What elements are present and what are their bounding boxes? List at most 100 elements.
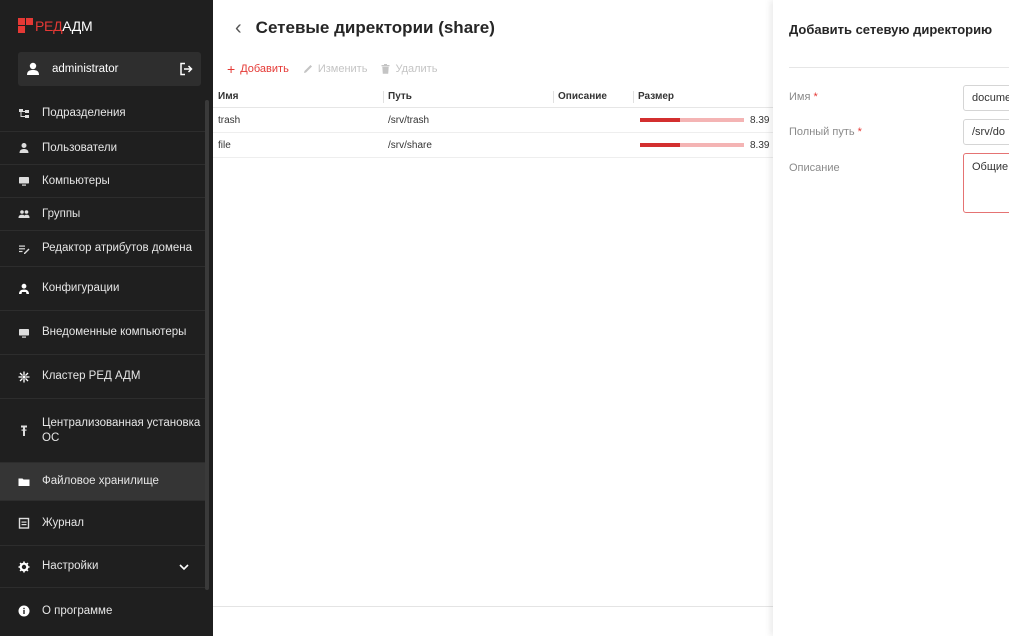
size-text: 8.39	[750, 114, 770, 126]
person-icon	[18, 142, 30, 154]
sidebar: РЕД АДМ administrator Подразделения Поль…	[0, 0, 213, 636]
logo-text-white: АДМ	[62, 18, 93, 34]
sidebar-scrollbar[interactable]	[205, 100, 209, 590]
trash-icon	[381, 64, 390, 74]
sidebar-item-label: О программе	[42, 604, 113, 617]
toolbar: + Добавить Изменить Удалить	[227, 61, 451, 77]
page-header: ‹ Сетевые директории (share)	[235, 16, 495, 40]
sidebar-item-label: Настройки	[42, 560, 99, 572]
info-icon	[18, 605, 30, 617]
sidebar-item-label: Журнал	[42, 516, 84, 529]
edit-list-icon	[18, 243, 30, 255]
sidebar-item-configurations[interactable]: Конфигурации	[0, 267, 205, 311]
cluster-icon	[18, 371, 30, 383]
sidebar-item-computers[interactable]: Компьютеры	[0, 165, 205, 198]
path-field[interactable]: /srv/do	[963, 119, 1009, 145]
install-icon	[18, 425, 30, 437]
sidebar-item-label: Группы	[42, 207, 81, 220]
cell-name: file	[218, 139, 231, 151]
edit-button[interactable]: Изменить	[303, 63, 368, 75]
sidebar-item-label: Подразделения	[42, 107, 126, 119]
cell-size: 8.39	[633, 133, 773, 158]
sidebar-nav: Подразделения Пользователи Компьютеры Гр…	[0, 96, 205, 634]
sidebar-item-label: Кластер РЕД АДМ	[42, 370, 141, 382]
add-share-panel: Добавить сетевую директорию Имя * docume…	[773, 0, 1009, 636]
cell-size: 8.39	[633, 108, 773, 133]
required-mark: *	[857, 126, 862, 138]
monitor-icon	[18, 327, 30, 339]
sidebar-item-label: Компьютеры	[42, 174, 110, 187]
path-field-label: Полный путь *	[789, 126, 862, 138]
logo-text-red: РЕД	[35, 18, 63, 34]
name-field[interactable]: docume	[963, 85, 1009, 111]
org-tree-icon	[18, 108, 30, 120]
panel-title: Добавить сетевую директорию	[789, 22, 993, 37]
journal-icon	[18, 517, 30, 529]
add-button[interactable]: + Добавить	[227, 61, 289, 77]
sidebar-item-settings[interactable]: Настройки	[0, 546, 205, 588]
user-icon	[27, 62, 39, 75]
sidebar-item-label: Внедоменные компьютеры	[42, 326, 187, 338]
main-content: ‹ Сетевые директории (share) + Добавить …	[213, 0, 773, 636]
cell-description	[553, 108, 633, 133]
folder-icon	[18, 476, 30, 488]
cell-path: /srv/share	[388, 139, 432, 151]
column-header-path[interactable]: Путь	[383, 86, 553, 108]
size-usage-fill	[640, 118, 680, 122]
sidebar-item-label: Конфигурации	[42, 282, 120, 294]
back-arrow-icon[interactable]: ‹	[235, 16, 242, 40]
app-logo[interactable]: РЕД АДМ	[18, 14, 93, 38]
column-header-description[interactable]: Описание	[553, 86, 633, 108]
sidebar-item-file-storage[interactable]: Файловое хранилище	[0, 463, 205, 501]
shares-table: Имя Путь Описание Размер trash /srv/tras…	[213, 86, 773, 158]
edit-button-label: Изменить	[317, 63, 368, 75]
page-title: Сетевые директории (share)	[255, 18, 495, 37]
size-text: 8.39	[750, 139, 770, 151]
column-header-size[interactable]: Размер	[633, 86, 773, 108]
sidebar-item-label: Файловое хранилище	[42, 475, 159, 487]
required-mark: *	[813, 91, 818, 103]
monitor-icon	[18, 175, 30, 187]
logout-icon[interactable]	[179, 62, 193, 76]
name-label-text: Имя	[789, 91, 811, 103]
cell-path: /srv/trash	[388, 114, 430, 126]
user-name: administrator	[52, 63, 119, 75]
sidebar-item-label: Редактор атрибутов домена	[42, 242, 193, 254]
add-button-label: Добавить	[240, 63, 289, 75]
table-footer-divider	[213, 606, 773, 607]
table-header: Имя Путь Описание Размер	[213, 86, 773, 108]
sidebar-item-about[interactable]: О программе	[0, 588, 205, 634]
delete-button[interactable]: Удалить	[381, 63, 437, 75]
size-usage-bar	[640, 118, 744, 122]
sidebar-item-cluster[interactable]: Кластер РЕД АДМ	[0, 355, 205, 399]
sidebar-item-users[interactable]: Пользователи	[0, 132, 205, 165]
name-field-label: Имя *	[789, 91, 818, 103]
column-header-name[interactable]: Имя	[213, 86, 383, 108]
sidebar-item-label: Централизованная установка ОС	[42, 416, 201, 444]
sidebar-item-journal[interactable]: Журнал	[0, 501, 205, 546]
size-usage-bar	[640, 143, 744, 147]
sidebar-item-domain-attributes[interactable]: Редактор атрибутов домена	[0, 231, 205, 267]
sidebar-item-os-install[interactable]: Централизованная установка ОС	[0, 399, 205, 463]
description-field[interactable]: Общие	[963, 153, 1009, 213]
pencil-icon	[303, 65, 312, 73]
delete-button-label: Удалить	[395, 63, 438, 75]
description-field-label: Описание	[789, 162, 840, 174]
table-row[interactable]: file /srv/share 8.39	[213, 133, 773, 158]
sidebar-item-non-domain-computers[interactable]: Внедоменные компьютеры	[0, 311, 205, 355]
sidebar-item-groups[interactable]: Группы	[0, 198, 205, 231]
chevron-down-icon[interactable]	[179, 563, 189, 571]
plus-icon: +	[227, 61, 236, 77]
gear-icon	[18, 561, 30, 573]
sidebar-item-label: Пользователи	[42, 141, 118, 154]
user-box: administrator	[18, 52, 201, 86]
table-row[interactable]: trash /srv/trash 8.39	[213, 108, 773, 133]
panel-divider	[789, 67, 1009, 68]
cell-description	[553, 133, 633, 158]
logo-mark-icon	[18, 18, 34, 34]
size-usage-fill	[640, 143, 680, 147]
cell-name: trash	[218, 114, 241, 126]
sidebar-item-subdivisions[interactable]: Подразделения	[0, 96, 205, 132]
group-icon	[18, 208, 30, 220]
path-label-text: Полный путь	[789, 126, 855, 138]
